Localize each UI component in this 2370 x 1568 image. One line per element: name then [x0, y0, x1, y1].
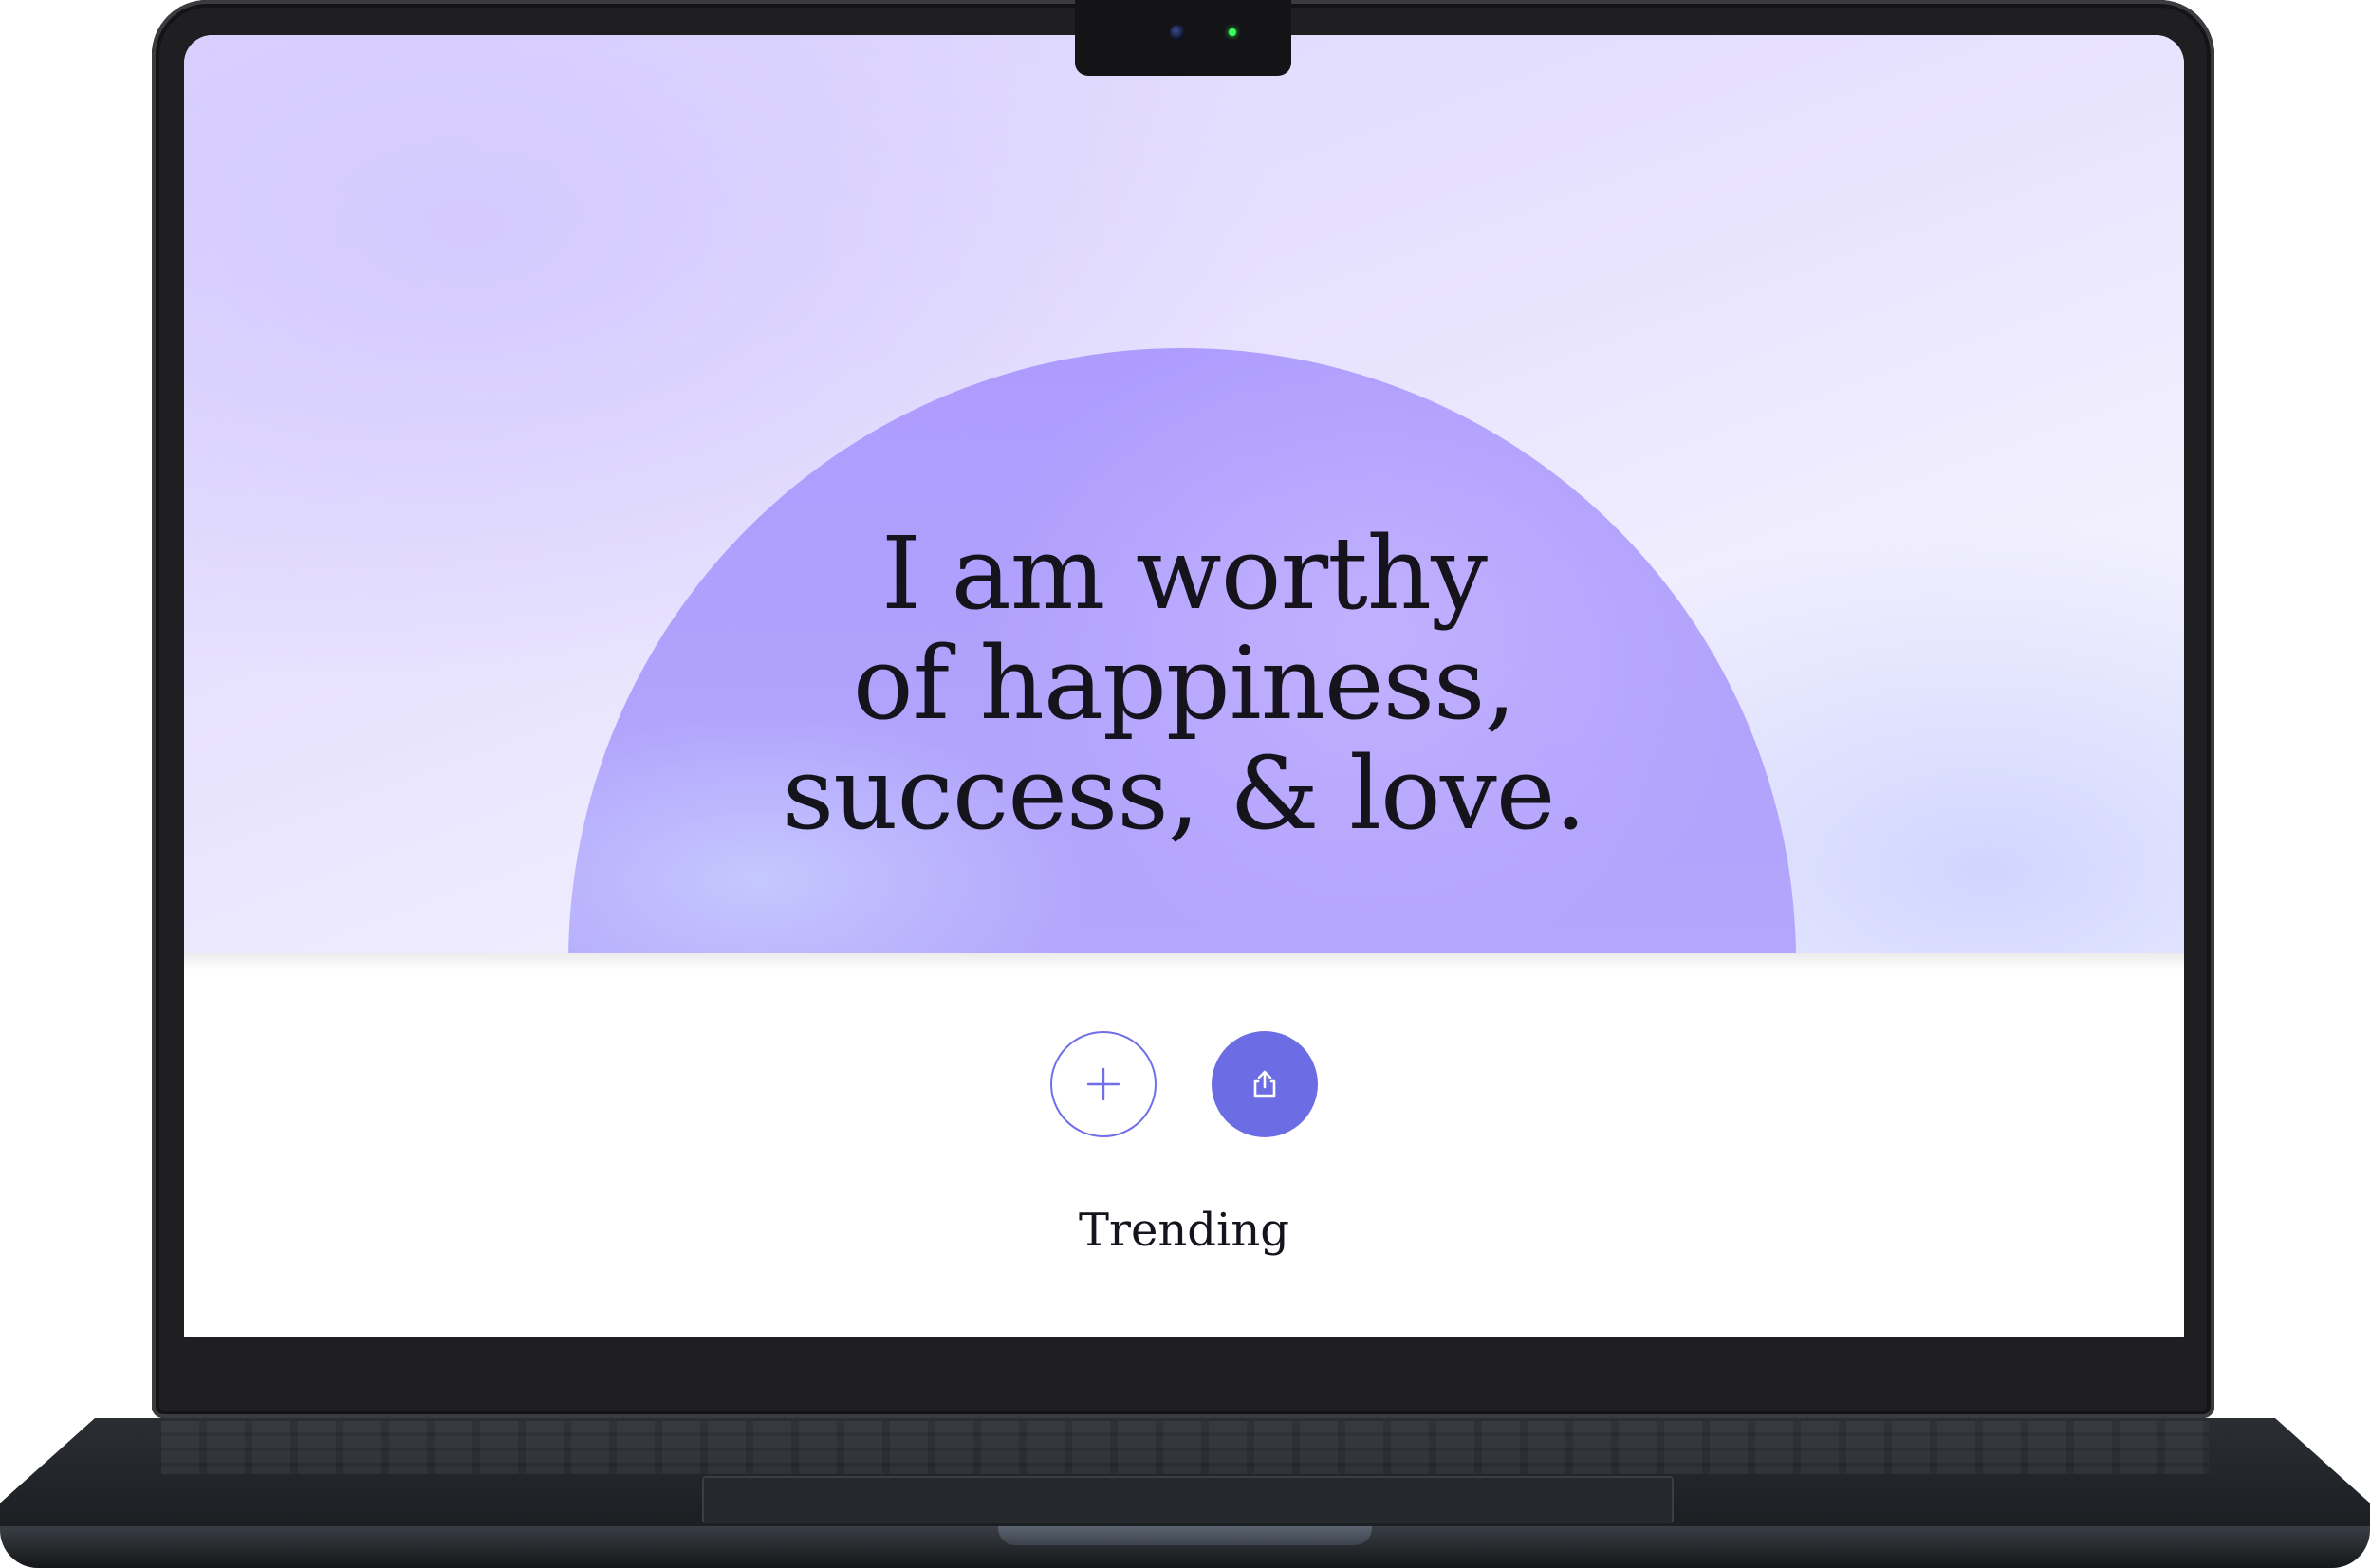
add-button[interactable]: [1050, 1031, 1157, 1137]
laptop-mockup: I am worthy of happiness, success, & lov…: [0, 0, 2370, 1568]
camera-icon: [1170, 25, 1185, 40]
share-icon: [1253, 1070, 1276, 1098]
camera-indicator-light: [1229, 28, 1236, 36]
affirmation-hero: I am worthy of happiness, success, & lov…: [184, 35, 2184, 953]
trackpad: [702, 1476, 1674, 1523]
action-buttons: [184, 1031, 2184, 1141]
keyboard-keys: [161, 1421, 2209, 1474]
camera-notch: [1075, 0, 1291, 76]
hero-divider-shadow: [184, 953, 2184, 970]
laptop-screen: I am worthy of happiness, success, & lov…: [184, 35, 2184, 1337]
lid-open-notch: [998, 1526, 1372, 1545]
affirmation-text: I am worthy of happiness, success, & lov…: [782, 515, 1586, 852]
section-title-trending: Trending: [1079, 1204, 1289, 1257]
plus-icon: [1086, 1067, 1120, 1101]
share-button[interactable]: [1212, 1031, 1318, 1137]
